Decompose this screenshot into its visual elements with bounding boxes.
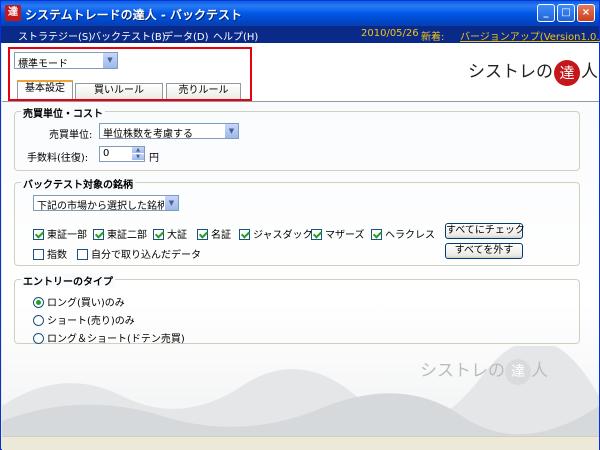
version-update-link[interactable]: バージョンアップ(Version1.0.3) (460, 28, 600, 43)
checkbox-hercules[interactable]: ヘラクレス (371, 226, 435, 241)
close-button[interactable]: × (577, 4, 595, 22)
checkbox-label: 東証二部 (107, 230, 147, 241)
maximize-button[interactable]: □ (557, 4, 575, 22)
app-icon: 達 (5, 5, 21, 21)
checkbox-icon[interactable] (77, 249, 88, 260)
menu-backtest[interactable]: バックテスト(B) (91, 28, 166, 43)
checkbox-icon[interactable] (93, 229, 104, 240)
stepper-down-icon[interactable]: ▼ (132, 154, 144, 161)
status-bar (2, 436, 599, 450)
checkbox-mothers[interactable]: マザーズ (311, 226, 365, 241)
trade-unit-group: 売買単位・コスト 売買単位: 単位株数を考慮する ▼ 手数料(往復): 0 ▲ ▼… (14, 105, 580, 171)
menu-new-label: 新着: (421, 32, 445, 43)
radio-label: ロング(買い)のみ (47, 298, 125, 309)
checkbox-jasdaq[interactable]: ジャスダック (239, 226, 313, 241)
trade-unit-select[interactable]: 単位株数を考慮する ▼ (99, 123, 239, 140)
checkbox-icon[interactable] (33, 229, 44, 240)
checkbox-icon[interactable] (371, 229, 382, 240)
checkbox-label: ジャスダック (253, 230, 313, 241)
fee-value: 0 (103, 148, 110, 159)
trade-unit-value: 単位株数を考慮する (103, 129, 193, 140)
logo-seal-icon: 達 (554, 59, 580, 86)
logo-watermark: シストレの達人 (420, 356, 548, 385)
fee-label: 手数料(往復): (27, 153, 89, 164)
checkbox-index[interactable]: 指数 (33, 246, 67, 261)
checkbox-meisho[interactable]: 名証 (197, 226, 231, 241)
title-bar[interactable]: 達 システムトレードの達人 - バックテスト _ □ × (1, 1, 599, 26)
radio-long-only[interactable]: ロング(買い)のみ (33, 294, 125, 309)
target-select[interactable]: 下記の市場から選択した銘柄 ▼ (33, 195, 179, 212)
radio-label: ロング＆ショート(ドテン売買) (47, 334, 185, 345)
checkbox-label: 自分で取り込んだデータ (91, 250, 201, 261)
menu-strategy[interactable]: ストラテジー(S) (18, 28, 92, 43)
checkbox-icon[interactable] (153, 229, 164, 240)
radio-icon[interactable] (33, 297, 44, 308)
logo-prefix: シストレの (468, 62, 553, 82)
checkbox-daisho[interactable]: 大証 (153, 226, 187, 241)
checkbox-icon[interactable] (33, 249, 44, 260)
radio-label: ショート(売り)のみ (47, 316, 135, 327)
fee-input[interactable]: 0 ▲ ▼ (99, 146, 145, 162)
watermark-seal-icon: 達 (505, 358, 531, 385)
checkbox-label: 東証一部 (47, 230, 87, 241)
highlight-box (8, 47, 252, 101)
watermark-prefix: シストレの (420, 361, 505, 381)
checkbox-label: マザーズ (325, 230, 365, 241)
backtest-target-group: バックテスト対象の銘柄 下記の市場から選択した銘柄 ▼ 東証一部 東証二部 大証… (14, 176, 580, 266)
checkbox-label: 名証 (211, 230, 231, 241)
radio-long-short[interactable]: ロング＆ショート(ドテン売買) (33, 330, 185, 345)
checkbox-tosho2[interactable]: 東証二部 (93, 226, 147, 241)
top-panel: 標準モード ▼ 基本設定 買いルール 売りルール シストレの達人 (2, 43, 599, 101)
app-window: 達 システムトレードの達人 - バックテスト _ □ × ストラテジー(S) バ… (0, 0, 600, 450)
logo: シストレの達人 (468, 57, 598, 86)
menu-data[interactable]: データ(D) (163, 28, 209, 43)
trade-unit-label: 売買単位: (49, 130, 93, 141)
chevron-down-icon[interactable]: ▼ (224, 124, 238, 138)
target-select-value: 下記の市場から選択した銘柄 (37, 201, 167, 212)
logo-suffix: 人 (581, 62, 598, 82)
menu-help[interactable]: ヘルプ(H) (213, 28, 258, 43)
checkbox-label: 大証 (167, 230, 187, 241)
backtest-target-group-title: バックテスト対象の銘柄 (21, 176, 135, 191)
fee-stepper[interactable]: ▲ ▼ (132, 147, 144, 161)
entry-type-group-title: エントリーのタイプ (21, 273, 115, 288)
checkbox-icon[interactable] (239, 229, 250, 240)
fee-unit: 円 (149, 153, 159, 164)
trade-unit-group-title: 売買単位・コスト (21, 105, 105, 120)
window-title: システムトレードの達人 - バックテスト (25, 8, 242, 22)
checkbox-icon[interactable] (197, 229, 208, 240)
radio-icon[interactable] (33, 333, 44, 344)
minimize-button[interactable]: _ (537, 4, 555, 22)
entry-type-group: エントリーのタイプ ロング(買い)のみ ショート(売り)のみ ロング＆ショート(… (14, 273, 580, 345)
chevron-down-icon[interactable]: ▼ (164, 196, 178, 210)
menu-date: 2010/05/26 (361, 28, 419, 39)
menu-bar: ストラテジー(S) バックテスト(B) データ(D) ヘルプ(H) 2010/0… (1, 26, 600, 43)
radio-icon[interactable] (33, 315, 44, 326)
checkbox-tosho1[interactable]: 東証一部 (33, 226, 87, 241)
checkbox-label: ヘラクレス (385, 230, 435, 241)
radio-short-only[interactable]: ショート(売り)のみ (33, 312, 135, 327)
checkbox-label: 指数 (47, 250, 67, 261)
tab-content: シストレの達人 売買単位・コスト 売買単位: 単位株数を考慮する ▼ 手数料(往… (2, 101, 599, 436)
uncheck-all-button[interactable]: すべてを外す (445, 243, 523, 259)
checkbox-icon[interactable] (311, 229, 322, 240)
watermark-suffix: 人 (531, 361, 548, 381)
stepper-up-icon[interactable]: ▲ (132, 147, 144, 154)
checkbox-imported-data[interactable]: 自分で取り込んだデータ (77, 246, 201, 261)
check-all-button[interactable]: すべてにチェック (445, 223, 525, 239)
